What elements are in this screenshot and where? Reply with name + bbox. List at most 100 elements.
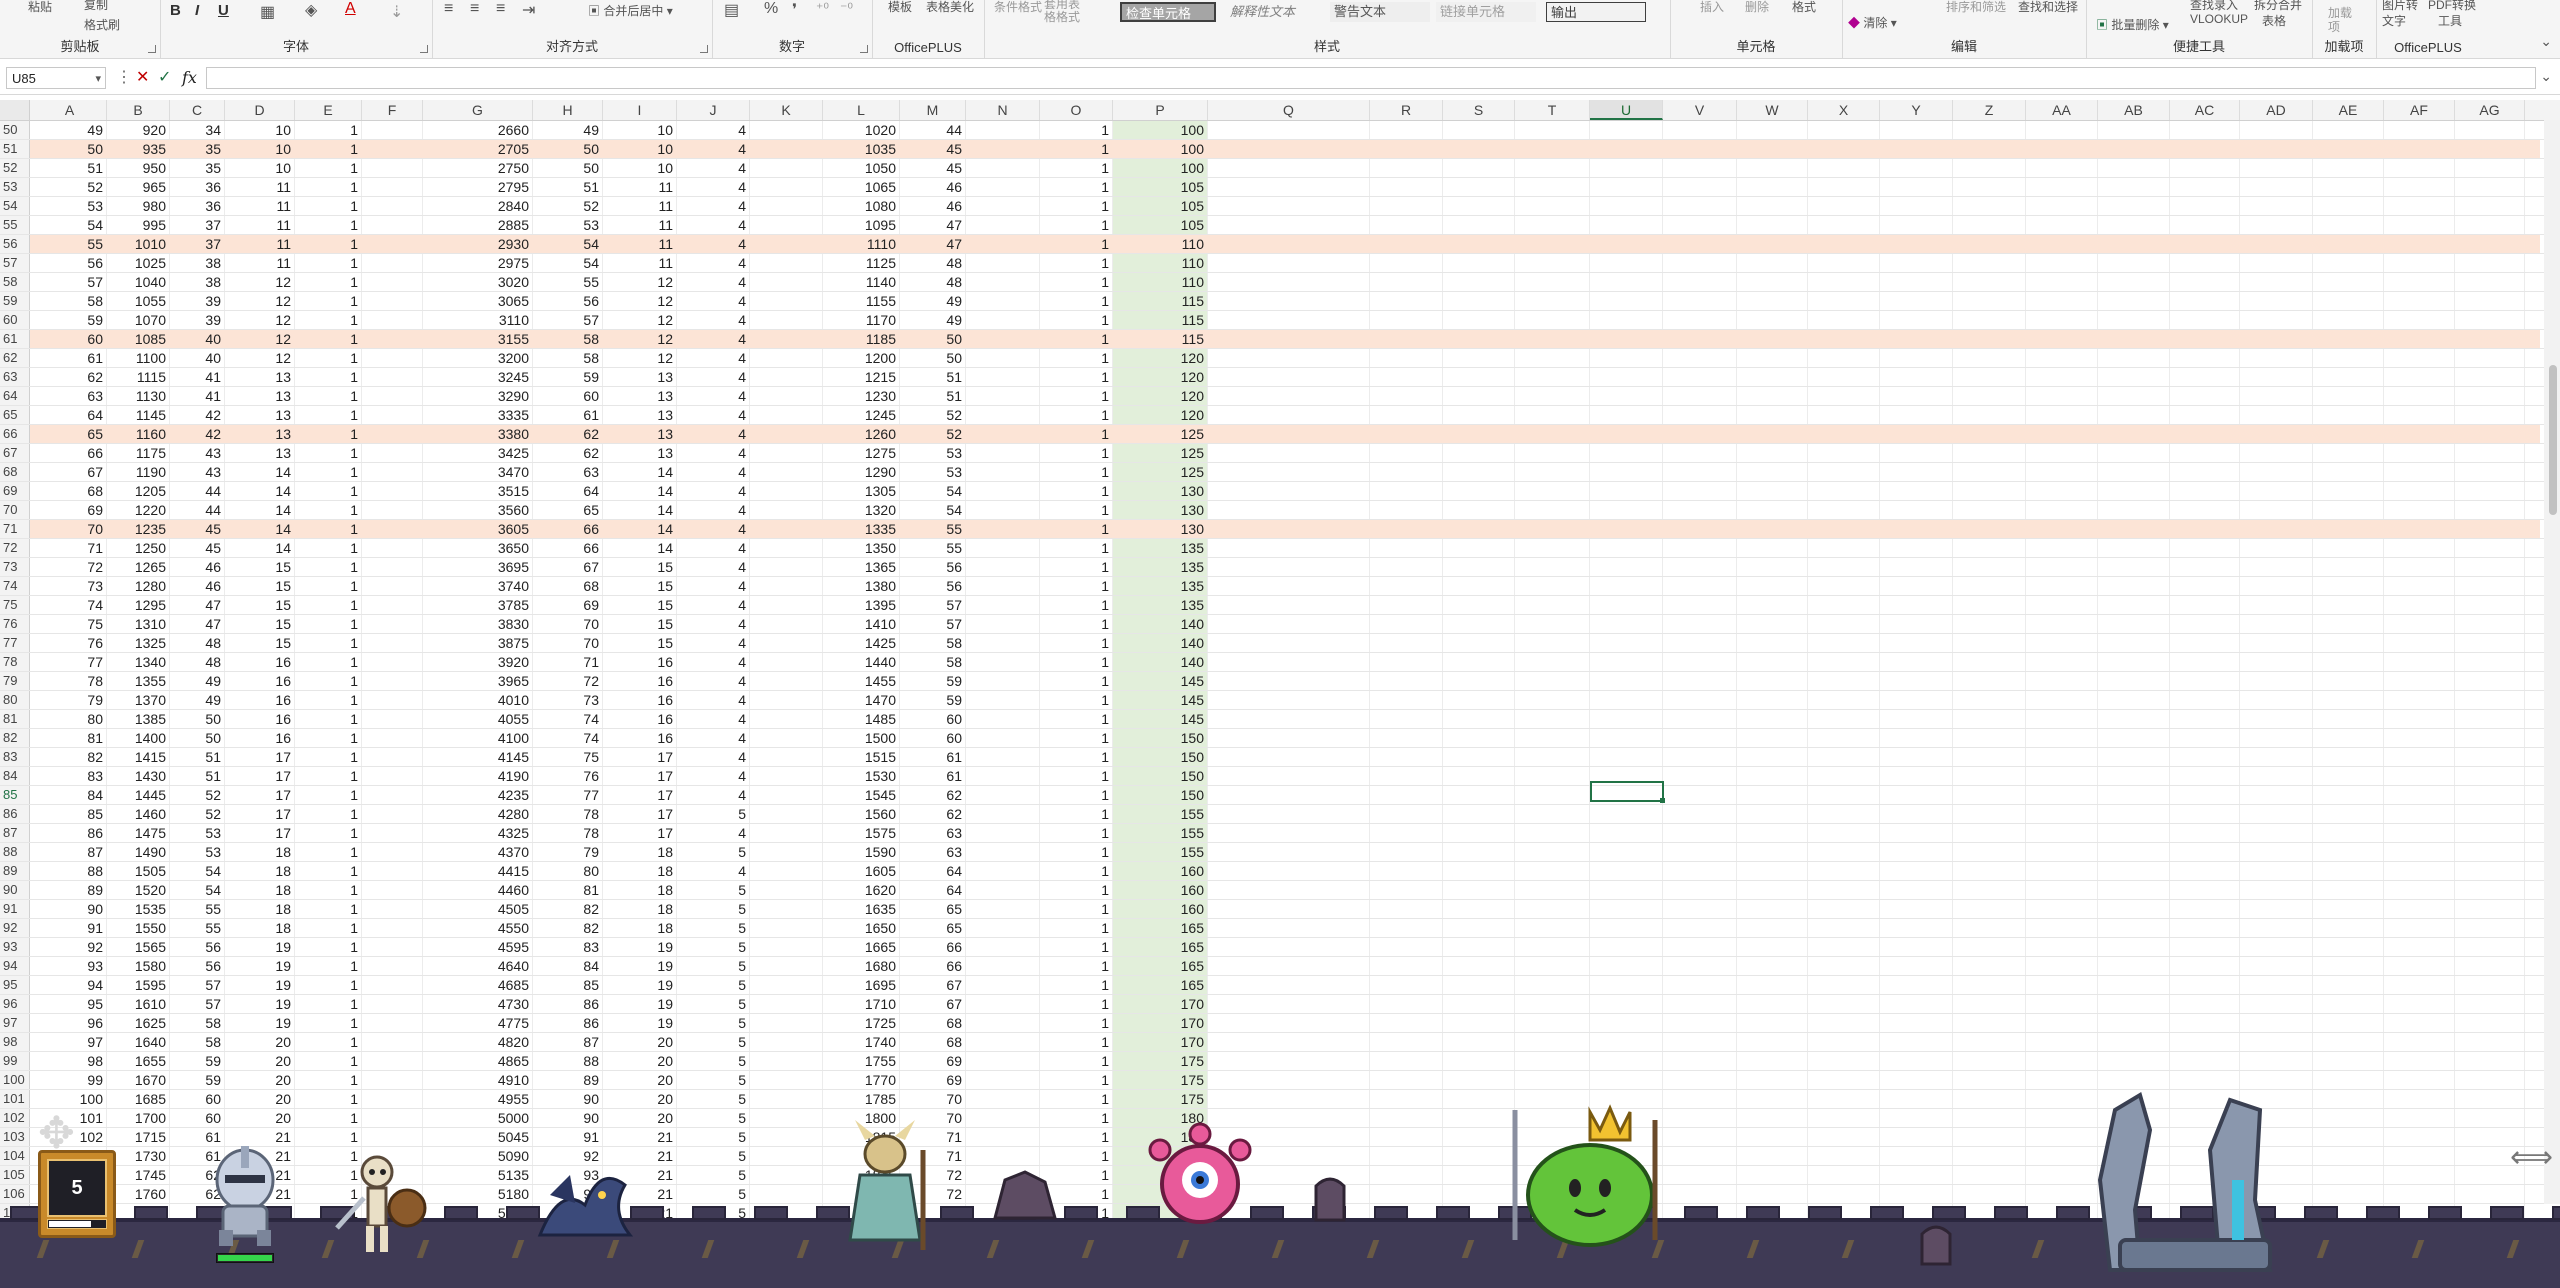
cell-O[interactable]: 1 <box>1040 330 1113 348</box>
cell-O[interactable]: 1 <box>1040 159 1113 177</box>
cell-P[interactable]: 145 <box>1113 672 1208 690</box>
cell-D[interactable]: 10 <box>225 159 295 177</box>
cell-L[interactable]: 1695 <box>823 976 900 994</box>
row-header[interactable]: 50 <box>0 121 30 139</box>
column-header-X[interactable]: X <box>1808 100 1880 120</box>
cell-E[interactable]: 1 <box>295 482 362 500</box>
cell-L[interactable]: 1245 <box>823 406 900 424</box>
cell-D[interactable]: 20 <box>225 1071 295 1089</box>
column-header-I[interactable]: I <box>603 100 677 120</box>
cell-H[interactable]: 55 <box>533 273 603 291</box>
cell-M[interactable]: 45 <box>900 159 966 177</box>
cell-P[interactable]: 120 <box>1113 368 1208 386</box>
find-select-button[interactable]: 查找和选择 <box>2018 0 2078 15</box>
row-header[interactable]: 94 <box>0 957 30 975</box>
cell-I[interactable]: 16 <box>603 672 677 690</box>
row-header[interactable]: 51 <box>0 140 30 158</box>
column-header-T[interactable]: T <box>1515 100 1590 120</box>
cell-L[interactable]: 1155 <box>823 292 900 310</box>
indent-icon[interactable]: ⇥ <box>522 0 535 20</box>
column-header-A[interactable]: A <box>33 100 107 120</box>
cell-L[interactable]: 1320 <box>823 501 900 519</box>
cell-C[interactable]: 38 <box>170 254 225 272</box>
cell-I[interactable]: 19 <box>603 995 677 1013</box>
cell-M[interactable]: 69 <box>900 1071 966 1089</box>
cell-O[interactable]: 1 <box>1040 254 1113 272</box>
cell-E[interactable]: 1 <box>295 786 362 804</box>
row-header[interactable]: 61 <box>0 330 30 348</box>
cell-E[interactable]: 1 <box>295 1071 362 1089</box>
cell-P[interactable]: 140 <box>1113 653 1208 671</box>
cell-P[interactable]: 175 <box>1113 1071 1208 1089</box>
cell-B[interactable]: 920 <box>107 121 170 139</box>
cell-O[interactable]: 1 <box>1040 425 1113 443</box>
cell-B[interactable]: 1415 <box>107 748 170 766</box>
cell-B[interactable]: 1355 <box>107 672 170 690</box>
cell-C[interactable]: 58 <box>170 1014 225 1032</box>
cell-C[interactable]: 38 <box>170 273 225 291</box>
cell-O[interactable]: 1 <box>1040 121 1113 139</box>
cell-O[interactable]: 1 <box>1040 824 1113 842</box>
cell-J[interactable]: 5 <box>677 976 750 994</box>
cell-G[interactable]: 3425 <box>423 444 533 462</box>
cell-L[interactable]: 1200 <box>823 349 900 367</box>
cell-P[interactable]: 100 <box>1113 140 1208 158</box>
cell-J[interactable]: 4 <box>677 501 750 519</box>
cell-I[interactable]: 16 <box>603 691 677 709</box>
cell-G[interactable]: 4280 <box>423 805 533 823</box>
cell-J[interactable]: 4 <box>677 368 750 386</box>
cell-C[interactable]: 34 <box>170 121 225 139</box>
row-header[interactable]: 64 <box>0 387 30 405</box>
cancel-icon[interactable]: ✕ <box>136 67 149 89</box>
cell-B[interactable]: 1130 <box>107 387 170 405</box>
cell-A[interactable]: 73 <box>33 577 107 595</box>
fill-color-icon[interactable]: ◈ <box>305 0 317 20</box>
cell-C[interactable]: 57 <box>170 995 225 1013</box>
cell-O[interactable]: 1 <box>1040 805 1113 823</box>
cell-J[interactable]: 5 <box>677 1071 750 1089</box>
cell-P[interactable]: 150 <box>1113 767 1208 785</box>
column-header-B[interactable]: B <box>107 100 170 120</box>
cell-L[interactable]: 1275 <box>823 444 900 462</box>
cell-A[interactable]: 68 <box>33 482 107 500</box>
cell-P[interactable]: 125 <box>1113 463 1208 481</box>
cell-E[interactable]: 1 <box>295 748 362 766</box>
cell-B[interactable]: 1220 <box>107 501 170 519</box>
cell-A[interactable]: 96 <box>33 1014 107 1032</box>
align-center-icon[interactable]: ≡ <box>470 0 479 18</box>
cell-P[interactable]: 165 <box>1113 957 1208 975</box>
cell-J[interactable]: 4 <box>677 425 750 443</box>
cell-P[interactable]: 115 <box>1113 311 1208 329</box>
row-header[interactable]: 75 <box>0 596 30 614</box>
cell-H[interactable]: 77 <box>533 786 603 804</box>
cell-L[interactable]: 1080 <box>823 197 900 215</box>
row-header[interactable]: 55 <box>0 216 30 234</box>
cell-O[interactable]: 1 <box>1040 558 1113 576</box>
cell-D[interactable]: 17 <box>225 824 295 842</box>
cell-H[interactable]: 54 <box>533 254 603 272</box>
cell-P[interactable]: 175 <box>1113 1052 1208 1070</box>
cell-A[interactable]: 63 <box>33 387 107 405</box>
cell-P[interactable]: 150 <box>1113 786 1208 804</box>
cell-A[interactable]: 69 <box>33 501 107 519</box>
cell-C[interactable]: 44 <box>170 482 225 500</box>
cell-H[interactable]: 58 <box>533 349 603 367</box>
delete-button[interactable]: 删除 <box>1745 0 1769 15</box>
cell-J[interactable]: 4 <box>677 311 750 329</box>
style-linked-cell[interactable]: 链接单元格 <box>1436 2 1536 22</box>
selected-cell-U85[interactable] <box>1590 781 1665 803</box>
cell-M[interactable]: 50 <box>900 349 966 367</box>
cell-P[interactable]: 105 <box>1113 216 1208 234</box>
cell-C[interactable]: 52 <box>170 805 225 823</box>
cell-H[interactable]: 78 <box>533 805 603 823</box>
cell-B[interactable]: 1235 <box>107 520 170 538</box>
row-header[interactable]: 84 <box>0 767 30 785</box>
column-header-E[interactable]: E <box>295 100 362 120</box>
cell-B[interactable]: 1505 <box>107 862 170 880</box>
cell-I[interactable]: 20 <box>603 1052 677 1070</box>
cell-E[interactable]: 1 <box>295 387 362 405</box>
cell-O[interactable]: 1 <box>1040 615 1113 633</box>
cell-C[interactable]: 55 <box>170 900 225 918</box>
cell-D[interactable]: 14 <box>225 520 295 538</box>
cell-D[interactable]: 20 <box>225 1033 295 1051</box>
